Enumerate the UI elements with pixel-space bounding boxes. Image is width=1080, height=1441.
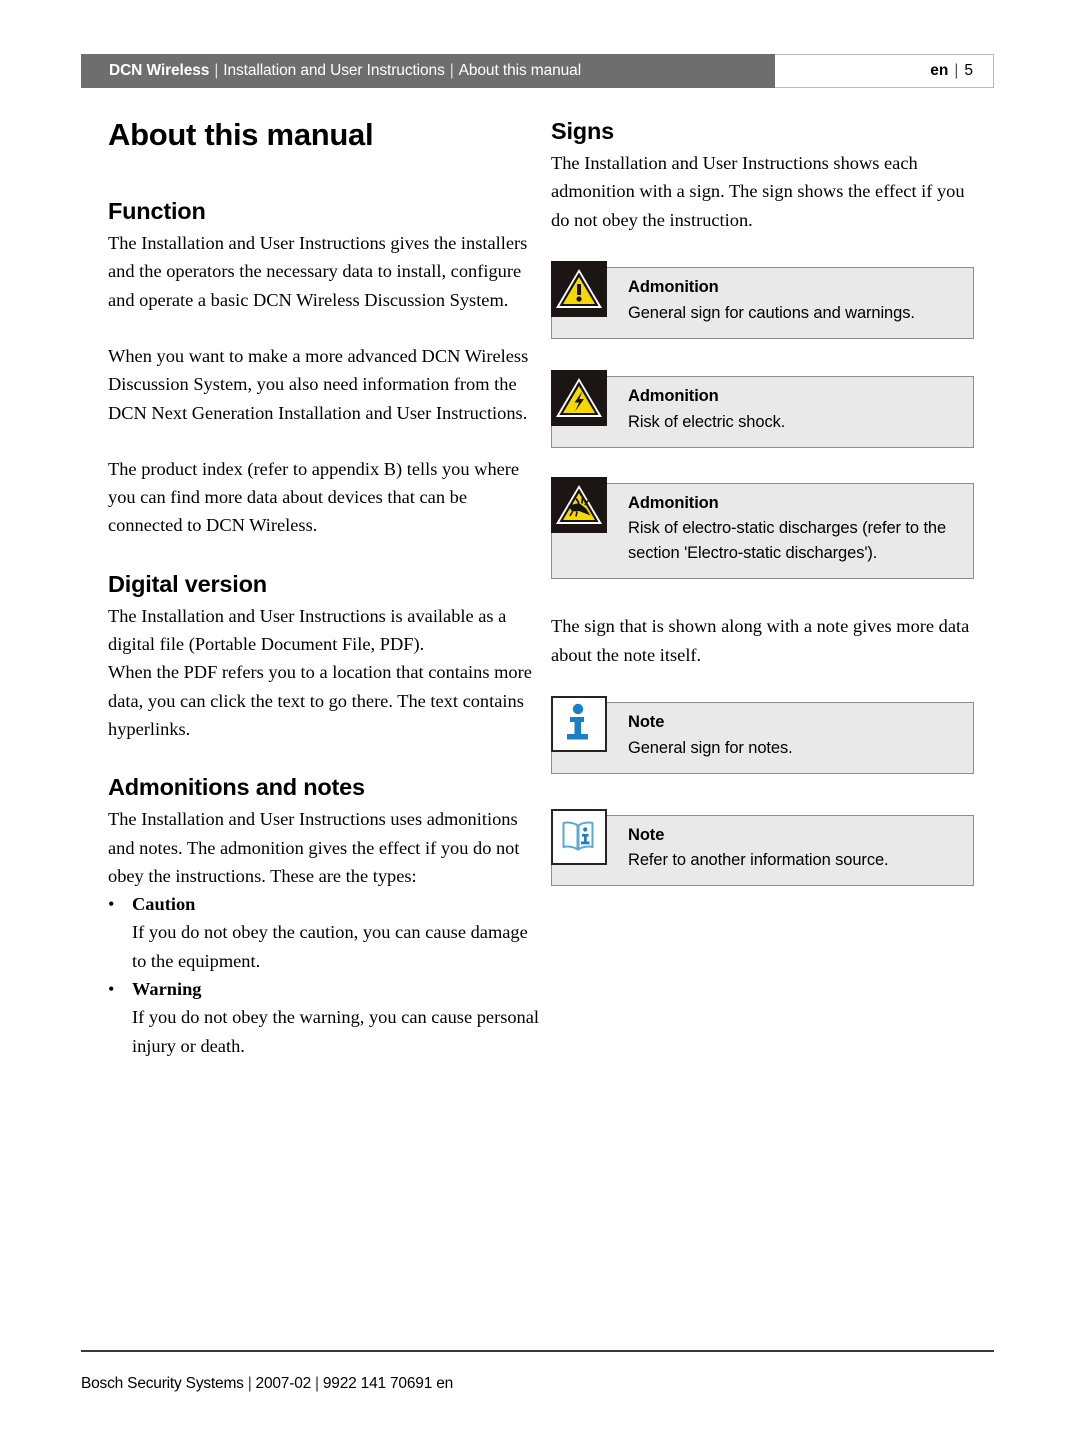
signs-intro-paragraph: The Installation and User Instructions s… [551, 153, 965, 230]
note-intro-paragraph: The sign that is shown along with a note… [551, 616, 970, 665]
header-doc-title: Installation and User Instructions [223, 62, 445, 79]
admonitions-intro-paragraph: The Installation and User Instructions u… [108, 809, 520, 886]
admonition-box-title: Admonition [628, 386, 719, 405]
section-heading-admonitions-and-notes: Admonitions and notes [108, 774, 365, 801]
note-box-title: Note [628, 712, 665, 731]
admonition-box-text: Risk of electro-static discharges (refer… [628, 519, 947, 563]
header-separator-2: | [449, 62, 454, 79]
section-heading-digital-version: Digital version [108, 570, 267, 597]
header-page-separator: | [954, 62, 959, 79]
digital-version-paragraph-1: The Installation and User Instructions i… [108, 605, 507, 655]
admonition-box-electric-shock: Admonition Risk of electric shock. [551, 369, 974, 448]
admonition-box-text: General sign for cautions and warnings. [628, 303, 915, 322]
function-paragraph-3: The product index (refer to appendix B) … [108, 458, 520, 536]
admonition-type-term-caution: Caution [132, 894, 196, 915]
bullet-icon: • [108, 894, 115, 915]
note-box-reference: Note Refer to another information source… [551, 808, 974, 887]
admonition-box-title: Admonition [628, 493, 719, 512]
header-separator-1: | [214, 62, 219, 79]
admonition-box-electro-static-discharge: Admonition Risk of electro-static discha… [551, 476, 974, 580]
left-column: About this manual Function The Installat… [108, 117, 540, 1060]
electric-shock-icon [551, 369, 607, 426]
admonition-type-description-warning: If you do not obey the warning, you can … [132, 1007, 540, 1056]
footer-company: Bosch Security Systems [81, 1375, 244, 1392]
page-title: About this manual [108, 117, 374, 152]
page-header: DCN Wireless | Installation and User Ins… [81, 54, 994, 88]
esd-hand-icon [551, 476, 607, 533]
note-box-text: General sign for notes. [628, 738, 793, 757]
admonition-box-general-warning: Admonition General sign for cautions and… [551, 260, 974, 339]
warning-triangle-icon [551, 260, 607, 317]
section-heading-function: Function [108, 198, 206, 225]
note-box-general: Note General sign for notes. [551, 695, 974, 774]
function-paragraph-1: The Installation and User Instructions g… [108, 233, 528, 310]
admonition-box-text: Risk of electric shock. [628, 412, 786, 431]
footer-text: Bosch Security Systems | 2007-02 | 9922 141 … [81, 1375, 994, 1393]
footer-divider [81, 1350, 994, 1352]
footer-doc-number: 9922 141 70691 en [322, 1375, 454, 1392]
admonition-box-title: Admonition [628, 277, 719, 296]
digital-version-paragraph-2: When the PDF refers you to a location th… [108, 662, 532, 739]
footer-separator-1: | [247, 1375, 252, 1392]
right-column: Signs The Installation and User Instruct… [551, 118, 978, 887]
header-section-name: About this manual [458, 62, 582, 79]
header-page-indicator: en | 5 [775, 54, 994, 88]
list-item: • Caution If you do not obey the caution… [108, 890, 540, 975]
info-i-icon [551, 695, 607, 752]
page-footer: Bosch Security Systems | 2007-02 | 9922 141 … [81, 1350, 994, 1393]
footer-separator-2: | [315, 1375, 319, 1392]
section-heading-signs: Signs [551, 118, 614, 144]
header-product-name: DCN Wireless [109, 62, 210, 79]
footer-date: 2007-02 [255, 1375, 312, 1392]
admonition-types-list: • Caution If you do not obey the caution… [108, 890, 540, 1060]
admonition-type-description-caution: If you do not obey the caution, you can … [132, 922, 528, 971]
header-page-number: 5 [964, 62, 973, 79]
bullet-icon: • [108, 979, 115, 1000]
header-language-code: en [930, 62, 949, 79]
note-box-text: Refer to another information source. [628, 851, 889, 870]
function-paragraph-2: When you want to make a more advanced DC… [108, 346, 529, 423]
list-item: • Warning If you do not obey the warning… [108, 975, 540, 1060]
admonition-type-term-warning: Warning [132, 979, 202, 1000]
open-book-info-icon [551, 808, 607, 865]
header-breadcrumb-bar: DCN Wireless | Installation and User Ins… [81, 54, 775, 88]
note-box-title: Note [628, 825, 665, 844]
